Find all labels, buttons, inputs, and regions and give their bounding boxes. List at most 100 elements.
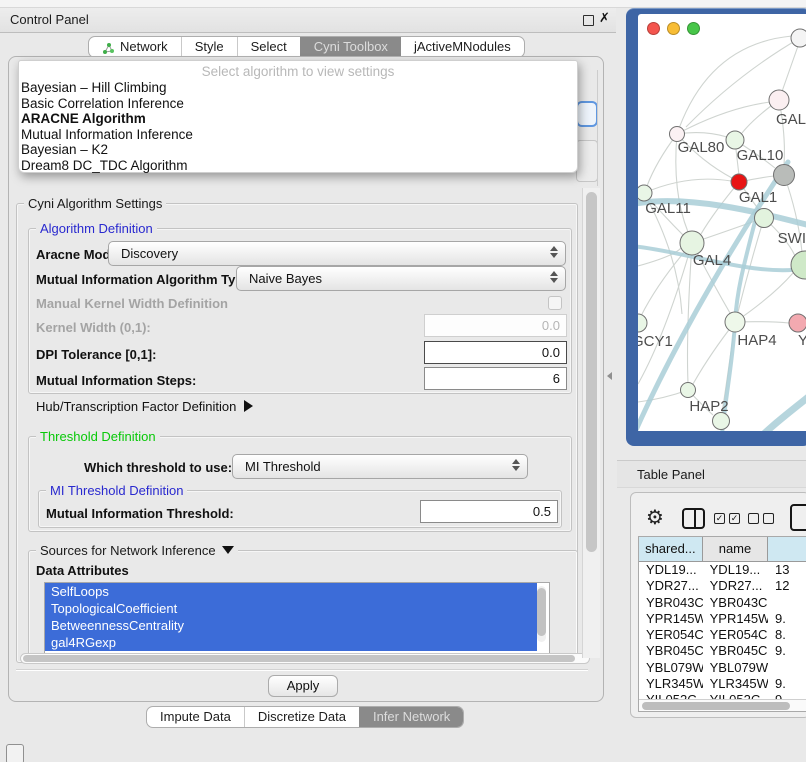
tab-label: jActiveMNodules bbox=[414, 37, 511, 57]
algorithm-dropdown-popup: Select algorithm to view settings Bayesi… bbox=[18, 60, 578, 173]
sources-group-title[interactable]: Sources for Network Inference bbox=[36, 543, 238, 558]
hub-definition-toggle[interactable]: Hub/Transcription Factor Definition bbox=[36, 399, 253, 414]
network-node[interactable] bbox=[769, 90, 789, 110]
network-node[interactable] bbox=[713, 413, 730, 430]
table-row[interactable]: YLR345WYLR345W9. bbox=[639, 676, 806, 692]
window-top-strip bbox=[0, 0, 806, 8]
mac-zoom-icon[interactable] bbox=[687, 22, 700, 35]
network-node[interactable] bbox=[755, 209, 774, 228]
dropdown-item[interactable]: Dream8 DC_TDC Algorithm bbox=[19, 158, 577, 174]
which-threshold-combo[interactable]: MI Threshold bbox=[232, 454, 528, 479]
settings-hscrollbar[interactable] bbox=[20, 653, 590, 664]
network-node[interactable] bbox=[725, 312, 745, 332]
node-label: GCY1 bbox=[638, 333, 673, 350]
float-panel-icon[interactable] bbox=[583, 15, 594, 26]
network-node[interactable] bbox=[774, 165, 795, 186]
table-cell: 9. bbox=[768, 643, 806, 659]
tab-network[interactable]: Network bbox=[89, 37, 181, 57]
list-vscrollbar[interactable] bbox=[537, 586, 546, 642]
network-view-window[interactable]: GALGAL80GAL10GAL1GAL11SWI4GAL4GCY1HAP4YH… bbox=[626, 8, 806, 446]
network-icon bbox=[102, 41, 115, 54]
table-row[interactable]: YBR043CYBR043C bbox=[639, 595, 806, 611]
table-row[interactable]: YBR045CYBR045C9. bbox=[639, 643, 806, 659]
network-graph: GALGAL80GAL10GAL1GAL11SWI4GAL4GCY1HAP4YH… bbox=[638, 14, 806, 431]
mi-steps-label: Mutual Information Steps: bbox=[36, 373, 196, 388]
table-hscrollbar[interactable] bbox=[639, 699, 806, 711]
dropdown-item[interactable]: Basic Correlation Inference bbox=[19, 96, 577, 112]
splitter-collapse-icon[interactable] bbox=[607, 372, 612, 380]
tab-style[interactable]: Style bbox=[181, 37, 237, 57]
mi-threshold-label: Mutual Information Threshold: bbox=[46, 506, 234, 521]
select-all-icon[interactable]: ✓✓ bbox=[714, 513, 740, 524]
aracne-mode-combo[interactable]: Discovery bbox=[108, 241, 566, 266]
table-cell: YLR345W bbox=[703, 676, 768, 692]
data-attributes-list[interactable]: SelfLoopsTopologicalCoefficientBetweenne… bbox=[44, 582, 550, 658]
tab-discretize-data[interactable]: Discretize Data bbox=[244, 707, 359, 727]
tab-cyni-toolbox[interactable]: Cyni Toolbox bbox=[300, 37, 401, 57]
deselect-all-icon[interactable] bbox=[748, 513, 774, 524]
table-column-header[interactable]: shared... bbox=[639, 537, 703, 561]
dpi-tolerance-field[interactable] bbox=[424, 341, 567, 364]
attribute-list-item[interactable]: SelfLoops bbox=[45, 583, 537, 600]
network-node[interactable] bbox=[681, 383, 696, 398]
tab-label: Cyni Toolbox bbox=[314, 37, 388, 57]
columns-icon[interactable] bbox=[682, 508, 705, 529]
table-row[interactable]: YDL19...YDL19...13 bbox=[639, 562, 806, 578]
settings-vscroll-thumb[interactable] bbox=[586, 192, 597, 552]
table-cell: 9. bbox=[768, 611, 806, 627]
mac-close-icon[interactable] bbox=[647, 22, 660, 35]
mi-threshold-field[interactable] bbox=[420, 500, 558, 523]
node-label: HAP2 bbox=[689, 398, 728, 415]
tab-label: Infer Network bbox=[373, 707, 450, 727]
network-node[interactable] bbox=[791, 29, 806, 47]
attribute-list-item[interactable]: gal4RGexp bbox=[45, 634, 537, 651]
network-node[interactable] bbox=[789, 314, 806, 332]
table-hscroll-thumb[interactable] bbox=[642, 702, 790, 710]
table-cell bbox=[768, 660, 806, 676]
table-column-header[interactable] bbox=[768, 537, 806, 561]
tab-infer-network[interactable]: Infer Network bbox=[359, 707, 463, 727]
float-dock-icon[interactable] bbox=[6, 744, 24, 762]
mi-type-combo[interactable]: Naive Bayes bbox=[236, 266, 566, 291]
tab-select[interactable]: Select bbox=[237, 37, 300, 57]
attribute-list-item[interactable]: TopologicalCoefficient bbox=[45, 600, 537, 617]
new-table-icon[interactable] bbox=[790, 504, 806, 531]
network-node[interactable] bbox=[638, 185, 652, 201]
network-node[interactable] bbox=[791, 251, 806, 279]
close-icon[interactable]: ✗ bbox=[599, 10, 610, 26]
mi-threshold-definition-title: MI Threshold Definition bbox=[46, 483, 187, 498]
dropdown-item[interactable]: ARACNE Algorithm bbox=[19, 111, 577, 127]
apply-button[interactable]: Apply bbox=[268, 675, 338, 697]
network-node[interactable] bbox=[638, 314, 647, 332]
mi-steps-field[interactable] bbox=[424, 367, 567, 390]
dropdown-item[interactable]: Bayesian – Hill Climbing bbox=[19, 80, 577, 96]
tab-jactivemnodules[interactable]: jActiveMNodules bbox=[401, 37, 524, 57]
mac-minimize-icon[interactable] bbox=[667, 22, 680, 35]
settings-vscrollbar[interactable] bbox=[582, 188, 600, 658]
network-canvas[interactable]: GALGAL80GAL10GAL1GAL11SWI4GAL4GCY1HAP4YH… bbox=[638, 14, 806, 431]
table-cell: YPR145W bbox=[639, 611, 703, 627]
node-label: Y bbox=[798, 332, 806, 349]
gear-icon[interactable]: ⚙ bbox=[646, 505, 664, 529]
list-vscroll-thumb[interactable] bbox=[537, 588, 546, 636]
dropdown-item[interactable]: Mutual Information Inference bbox=[19, 127, 577, 143]
settings-hscroll-thumb[interactable] bbox=[23, 655, 575, 662]
table-row[interactable]: YPR145WYPR145W9. bbox=[639, 611, 806, 627]
table-row[interactable]: YDR27...YDR27...12 bbox=[639, 578, 806, 594]
dropdown-item[interactable]: Bayesian – K2 bbox=[19, 142, 577, 158]
attribute-list-item[interactable]: BetweennessCentrality bbox=[45, 617, 537, 634]
table-cell: YBR045C bbox=[639, 643, 703, 659]
tab-label: Select bbox=[251, 37, 287, 57]
tab-impute-data[interactable]: Impute Data bbox=[147, 707, 244, 727]
table-cell: YDL19... bbox=[639, 562, 703, 578]
cyni-mode-tabbar: Impute Data Discretize Data Infer Network bbox=[146, 706, 464, 728]
spinner-icon bbox=[550, 271, 558, 283]
table-row[interactable]: YER054CYER054C8. bbox=[639, 627, 806, 643]
network-node[interactable] bbox=[731, 174, 747, 190]
table-row[interactable]: YBL079WYBL079W bbox=[639, 660, 806, 676]
network-edge bbox=[647, 134, 677, 186]
aracne-mode-value: Discovery bbox=[121, 246, 178, 261]
manual-kernel-checkbox[interactable] bbox=[548, 296, 562, 310]
tab-label: Discretize Data bbox=[258, 707, 346, 727]
table-column-header[interactable]: name bbox=[703, 537, 769, 561]
